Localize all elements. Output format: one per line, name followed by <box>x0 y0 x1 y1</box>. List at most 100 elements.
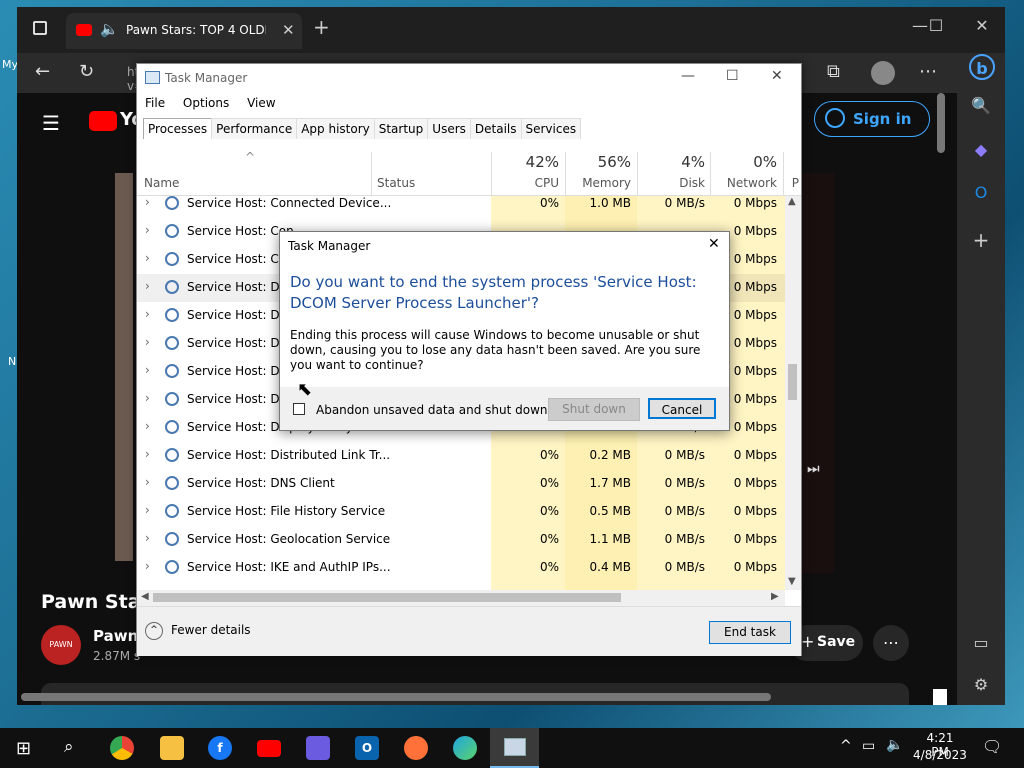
shut-down-button[interactable]: Shut down <box>548 398 640 421</box>
refresh-icon[interactable]: ↻ <box>79 61 94 82</box>
cell-mem: 0.4 MB <box>589 560 631 574</box>
network-percent[interactable]: 0% <box>715 153 777 171</box>
youtube-logo-icon[interactable] <box>89 111 117 131</box>
scroll-up-icon[interactable]: ▲ <box>788 196 796 207</box>
table-row[interactable]: › Service Host: DNS Client 0% 1.7 MB 0 MB/s 0… <box>137 470 785 498</box>
table-row[interactable]: › Service Host: Distributed Link Tr... 0% 0… <box>137 442 785 470</box>
menu-options[interactable]: Options <box>183 96 229 110</box>
cancel-button[interactable]: Cancel <box>648 398 716 419</box>
menu-file[interactable]: File <box>145 96 165 110</box>
column-divider <box>710 152 711 195</box>
cpu-percent[interactable]: 42% <box>497 153 559 171</box>
column-name[interactable]: Name <box>144 176 179 190</box>
browser-tab[interactable]: 🔈 Pawn Stars: TOP 4 OLDEST ITEMS ✕ <box>66 13 302 49</box>
desktop-icon-label[interactable]: My <box>2 58 18 71</box>
outlook-icon[interactable]: O <box>355 736 379 760</box>
settings-gear-icon[interactable]: ⚙ <box>969 675 993 699</box>
minimize-icon[interactable]: — <box>681 68 695 84</box>
maximize-icon[interactable]: ☐ <box>921 16 951 35</box>
tab-app-history[interactable]: App history <box>296 118 375 139</box>
tab-users[interactable]: Users <box>427 118 471 139</box>
channel-avatar[interactable]: PAWN <box>41 625 81 665</box>
close-window-icon[interactable]: ✕ <box>967 16 997 35</box>
table-row[interactable]: › Service Host: File History Service 0% 0.5… <box>137 498 785 526</box>
expand-chevron-icon: › <box>145 391 150 405</box>
clock-date[interactable]: 4/8/2023 <box>910 748 970 762</box>
column-network[interactable]: Network <box>715 176 777 190</box>
memory-percent[interactable]: 56% <box>571 153 631 171</box>
bing-copilot-icon[interactable]: b <box>969 54 995 80</box>
notifications-icon[interactable]: 🗨 <box>982 737 1002 756</box>
more-menu-icon[interactable]: ⋯ <box>919 61 937 82</box>
vertical-scrollbar[interactable] <box>937 93 945 153</box>
search-icon[interactable]: 🔍 <box>969 96 993 120</box>
speaker-icon[interactable]: 🔈 <box>100 20 119 38</box>
table-row[interactable]: › Service Host: Geolocation Service 0% 1.1 … <box>137 526 785 554</box>
close-icon[interactable]: ✕ <box>771 68 783 84</box>
task-manager-taskbar-button[interactable] <box>490 728 539 768</box>
copilot-icon[interactable] <box>306 736 330 760</box>
abandon-checkbox[interactable] <box>293 403 305 415</box>
firefox-icon[interactable] <box>404 736 428 760</box>
tab-services[interactable]: Services <box>520 118 582 139</box>
table-row[interactable]: › Service Host: IKE and AuthIP IPs... 0% 0.… <box>137 554 785 582</box>
new-tab-button[interactable]: + <box>313 15 330 39</box>
menu-view[interactable]: View <box>247 96 275 110</box>
disk-percent[interactable]: 4% <box>643 153 705 171</box>
expand-chevron-icon: › <box>145 196 150 209</box>
horizontal-scrollbar[interactable]: ◀ ▶ <box>137 590 785 606</box>
close-tab-icon[interactable]: ✕ <box>282 21 295 39</box>
maximize-icon[interactable]: ☐ <box>726 68 739 84</box>
sidebar-toggle-icon[interactable]: ▭ <box>969 633 993 657</box>
fewer-details-link[interactable]: Fewer details <box>171 623 251 637</box>
scroll-left-icon[interactable]: ◀ <box>141 591 149 602</box>
desktop-icon-label[interactable]: N <box>8 355 16 368</box>
file-explorer-icon[interactable] <box>160 736 184 760</box>
scroll-down-icon[interactable]: ▼ <box>788 576 796 587</box>
profile-avatar[interactable] <box>871 61 895 85</box>
outlook-icon[interactable]: O <box>969 183 993 207</box>
sign-in-button[interactable]: Sign in <box>814 101 930 137</box>
tab-startup[interactable]: Startup <box>373 118 429 139</box>
vertical-scroll-thumb[interactable] <box>788 364 797 400</box>
start-windows-icon[interactable]: ⊞ <box>16 738 31 759</box>
tab-actions-icon[interactable] <box>33 21 47 35</box>
edge-icon[interactable] <box>453 736 477 760</box>
collections-icon[interactable]: ⧉ <box>827 61 840 82</box>
column-memory[interactable]: Memory <box>571 176 631 190</box>
search-icon[interactable]: ⌕ <box>64 737 74 757</box>
cell-disk: 0 MB/s <box>664 476 705 490</box>
column-status[interactable]: Status <box>377 176 415 190</box>
more-actions-icon[interactable]: ⋯ <box>873 625 909 661</box>
horizontal-scrollbar[interactable] <box>21 693 771 701</box>
add-sidebar-icon[interactable]: + <box>969 228 993 252</box>
vertical-scrollbar[interactable]: ▲ ▼ <box>785 196 801 590</box>
facebook-icon[interactable]: f <box>208 736 232 760</box>
youtube-icon[interactable] <box>257 740 281 757</box>
end-task-button[interactable]: End task <box>709 621 791 644</box>
scroll-right-icon[interactable]: ▶ <box>771 591 779 602</box>
channel-name[interactable]: Pawn <box>93 627 138 645</box>
volume-icon[interactable]: 🔈 <box>886 737 903 753</box>
chrome-icon[interactable] <box>110 736 134 760</box>
column-cpu[interactable]: CPU <box>497 176 559 190</box>
mouse-cursor-icon: ⬉ <box>297 379 313 400</box>
collapse-chevron-icon[interactable]: ^ <box>145 622 163 640</box>
expand-chevron-icon: › <box>145 363 150 377</box>
network-icon[interactable]: ▭ <box>862 738 875 754</box>
tab-processes[interactable]: Processes <box>143 118 213 139</box>
column-power[interactable]: P <box>789 176 799 190</box>
next-video-icon[interactable]: ⏭ <box>807 461 820 477</box>
horizontal-scroll-thumb[interactable] <box>153 593 621 602</box>
task-manager-icon <box>504 738 526 756</box>
tab-performance[interactable]: Performance <box>211 118 298 139</box>
tab-details[interactable]: Details <box>469 118 522 139</box>
show-hidden-icons-icon[interactable]: ^ <box>840 738 852 754</box>
abandon-checkbox-label[interactable]: Abandon unsaved data and shut down. <box>316 403 551 417</box>
back-icon[interactable]: ← <box>35 61 50 82</box>
column-disk[interactable]: Disk <box>643 176 705 190</box>
shopping-icon[interactable]: ◆ <box>969 140 993 164</box>
dialog-close-icon[interactable]: ✕ <box>708 236 720 252</box>
hamburger-menu-icon[interactable]: ☰ <box>42 111 60 135</box>
table-row[interactable]: › Service Host: Connected Device... 0% 1.0 … <box>137 196 785 218</box>
